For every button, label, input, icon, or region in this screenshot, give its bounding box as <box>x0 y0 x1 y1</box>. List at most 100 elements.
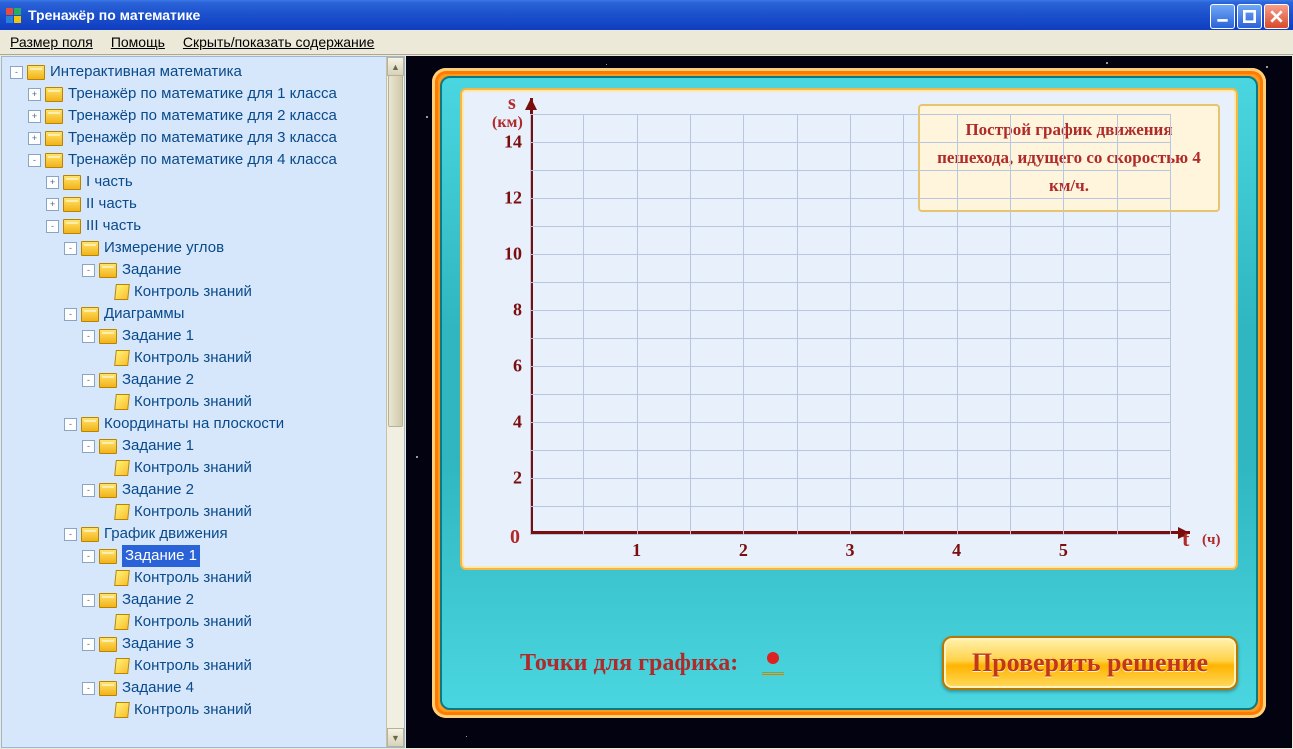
tree-item[interactable]: Контроль знаний <box>2 699 404 721</box>
scroll-thumb[interactable] <box>388 75 403 427</box>
sidebar-scrollbar[interactable]: ▲ ▼ <box>386 57 404 747</box>
collapse-icon[interactable]: - <box>82 264 95 277</box>
tree-item[interactable]: Контроль знаний <box>2 501 404 523</box>
point-underline-icon <box>762 667 784 675</box>
expand-icon[interactable]: + <box>28 88 41 101</box>
collapse-icon[interactable]: - <box>64 528 77 541</box>
tree-item-label: Тренажёр по математике для 2 класса <box>68 105 337 127</box>
tree-item[interactable]: + Тренажёр по математике для 2 класса <box>2 105 404 127</box>
page-icon <box>114 702 130 718</box>
grid-vline <box>637 114 638 534</box>
tree-item[interactable]: - Задание 1 <box>2 325 404 347</box>
grid-hline <box>530 394 1170 395</box>
menu-field-size[interactable]: Размер поля <box>10 34 93 50</box>
tree-item[interactable]: -Интерактивная математика <box>2 61 404 83</box>
tree-item[interactable]: -Задание 4 <box>2 677 404 699</box>
x-tick-label: 1 <box>632 540 641 561</box>
tree-item-label: Задание 1 <box>122 325 194 347</box>
collapse-icon[interactable]: - <box>64 418 77 431</box>
menu-help[interactable]: Помощь <box>111 34 165 50</box>
tree-item-label: Задание 2 <box>122 369 194 391</box>
y-axis-arrow-icon <box>525 98 537 110</box>
tree-item[interactable]: -Задание 2 <box>2 479 404 501</box>
collapse-icon[interactable]: - <box>28 154 41 167</box>
tree-item[interactable]: -Задание <box>2 259 404 281</box>
grid-hline <box>530 450 1170 451</box>
maximize-button[interactable] <box>1237 4 1262 29</box>
tree-item-label: Задание 2 <box>122 589 194 611</box>
collapse-icon[interactable]: - <box>82 374 95 387</box>
tree-item-label: Диаграммы <box>104 303 184 325</box>
y-tick-label: 6 <box>513 356 522 377</box>
draggable-point-tool[interactable] <box>762 652 784 675</box>
expand-icon[interactable]: + <box>46 198 59 211</box>
tree-item[interactable]: - Диаграммы <box>2 303 404 325</box>
collapse-icon[interactable]: - <box>46 220 59 233</box>
tree-item[interactable]: -Задание 1 <box>2 435 404 457</box>
grid-vline <box>583 114 584 534</box>
tree-item[interactable]: - Задание 2 <box>2 369 404 391</box>
grid-vline <box>1063 114 1064 534</box>
collapse-icon[interactable]: - <box>82 484 95 497</box>
tree-item-label: III часть <box>86 215 141 237</box>
collapse-icon[interactable]: - <box>82 594 95 607</box>
tree-item[interactable]: -Тренажёр по математике для 4 класса <box>2 149 404 171</box>
toc-tree[interactable]: -Интерактивная математика+Тренажёр по ма… <box>2 57 404 725</box>
tree-item[interactable]: Контроль знаний <box>2 567 404 589</box>
tree-item[interactable]: Контроль знаний <box>2 347 404 369</box>
menu-toggle-toc[interactable]: Скрыть/показать содержание <box>183 34 374 50</box>
tree-item-label: I часть <box>86 171 133 193</box>
tree-item[interactable]: Контроль знаний <box>2 391 404 413</box>
chart-grid[interactable]: 246810121412345 <box>530 114 1170 534</box>
expand-icon[interactable]: + <box>28 132 41 145</box>
menu-bar: Размер поля Помощь Скрыть/показать содер… <box>0 30 1293 55</box>
close-button[interactable] <box>1264 4 1289 29</box>
tree-item[interactable]: Контроль знаний <box>2 281 404 303</box>
x-tick-label: 4 <box>952 540 961 561</box>
book-icon <box>45 87 63 102</box>
book-icon <box>99 637 117 652</box>
tree-item[interactable]: -График движения <box>2 523 404 545</box>
tree-item-label: Тренажёр по математике для 1 класса <box>68 83 337 105</box>
collapse-icon[interactable]: - <box>82 550 95 563</box>
tree-item[interactable]: +Тренажёр по математике для 3 класса <box>2 127 404 149</box>
scroll-up-button[interactable]: ▲ <box>387 57 404 76</box>
collapse-icon[interactable]: - <box>82 638 95 651</box>
grid-vline <box>957 114 958 534</box>
book-icon <box>99 593 117 608</box>
tree-item[interactable]: Контроль знаний <box>2 655 404 677</box>
content-stage: Построй график движения пешехода, идущег… <box>406 56 1292 748</box>
collapse-icon[interactable]: - <box>82 330 95 343</box>
minimize-button[interactable] <box>1210 4 1235 29</box>
collapse-icon[interactable]: - <box>10 66 23 79</box>
tree-item[interactable]: Контроль знаний <box>2 611 404 633</box>
collapse-icon[interactable]: - <box>82 682 95 695</box>
check-solution-button[interactable]: Проверить решение <box>942 636 1238 690</box>
tree-item-label: Контроль знаний <box>134 347 252 369</box>
tree-item[interactable]: -Задание 3 <box>2 633 404 655</box>
collapse-icon[interactable]: - <box>82 440 95 453</box>
tree-item[interactable]: -Координаты на плоскости <box>2 413 404 435</box>
tree-item[interactable]: + Тренажёр по математике для 1 класса <box>2 83 404 105</box>
tree-item[interactable]: + I часть <box>2 171 404 193</box>
grid-hline <box>530 422 1170 423</box>
collapse-icon[interactable]: - <box>64 308 77 321</box>
grid-hline <box>530 506 1170 507</box>
grid-vline <box>1170 114 1171 534</box>
tree-item-label: Контроль знаний <box>134 457 252 479</box>
book-icon <box>63 175 81 190</box>
star-dot <box>426 116 428 118</box>
expand-icon[interactable]: + <box>46 176 59 189</box>
tree-item[interactable]: -Измерение углов <box>2 237 404 259</box>
tree-item[interactable]: -Задание 1 <box>2 545 404 567</box>
tree-item[interactable]: Контроль знаний <box>2 457 404 479</box>
tree-item[interactable]: - III часть <box>2 215 404 237</box>
grid-hline <box>530 310 1170 311</box>
collapse-icon[interactable]: - <box>64 242 77 255</box>
grid-vline <box>797 114 798 534</box>
tree-item[interactable]: +II часть <box>2 193 404 215</box>
scroll-down-button[interactable]: ▼ <box>387 728 404 747</box>
tree-item[interactable]: - Задание 2 <box>2 589 404 611</box>
y-tick-label: 14 <box>504 132 522 153</box>
expand-icon[interactable]: + <box>28 110 41 123</box>
